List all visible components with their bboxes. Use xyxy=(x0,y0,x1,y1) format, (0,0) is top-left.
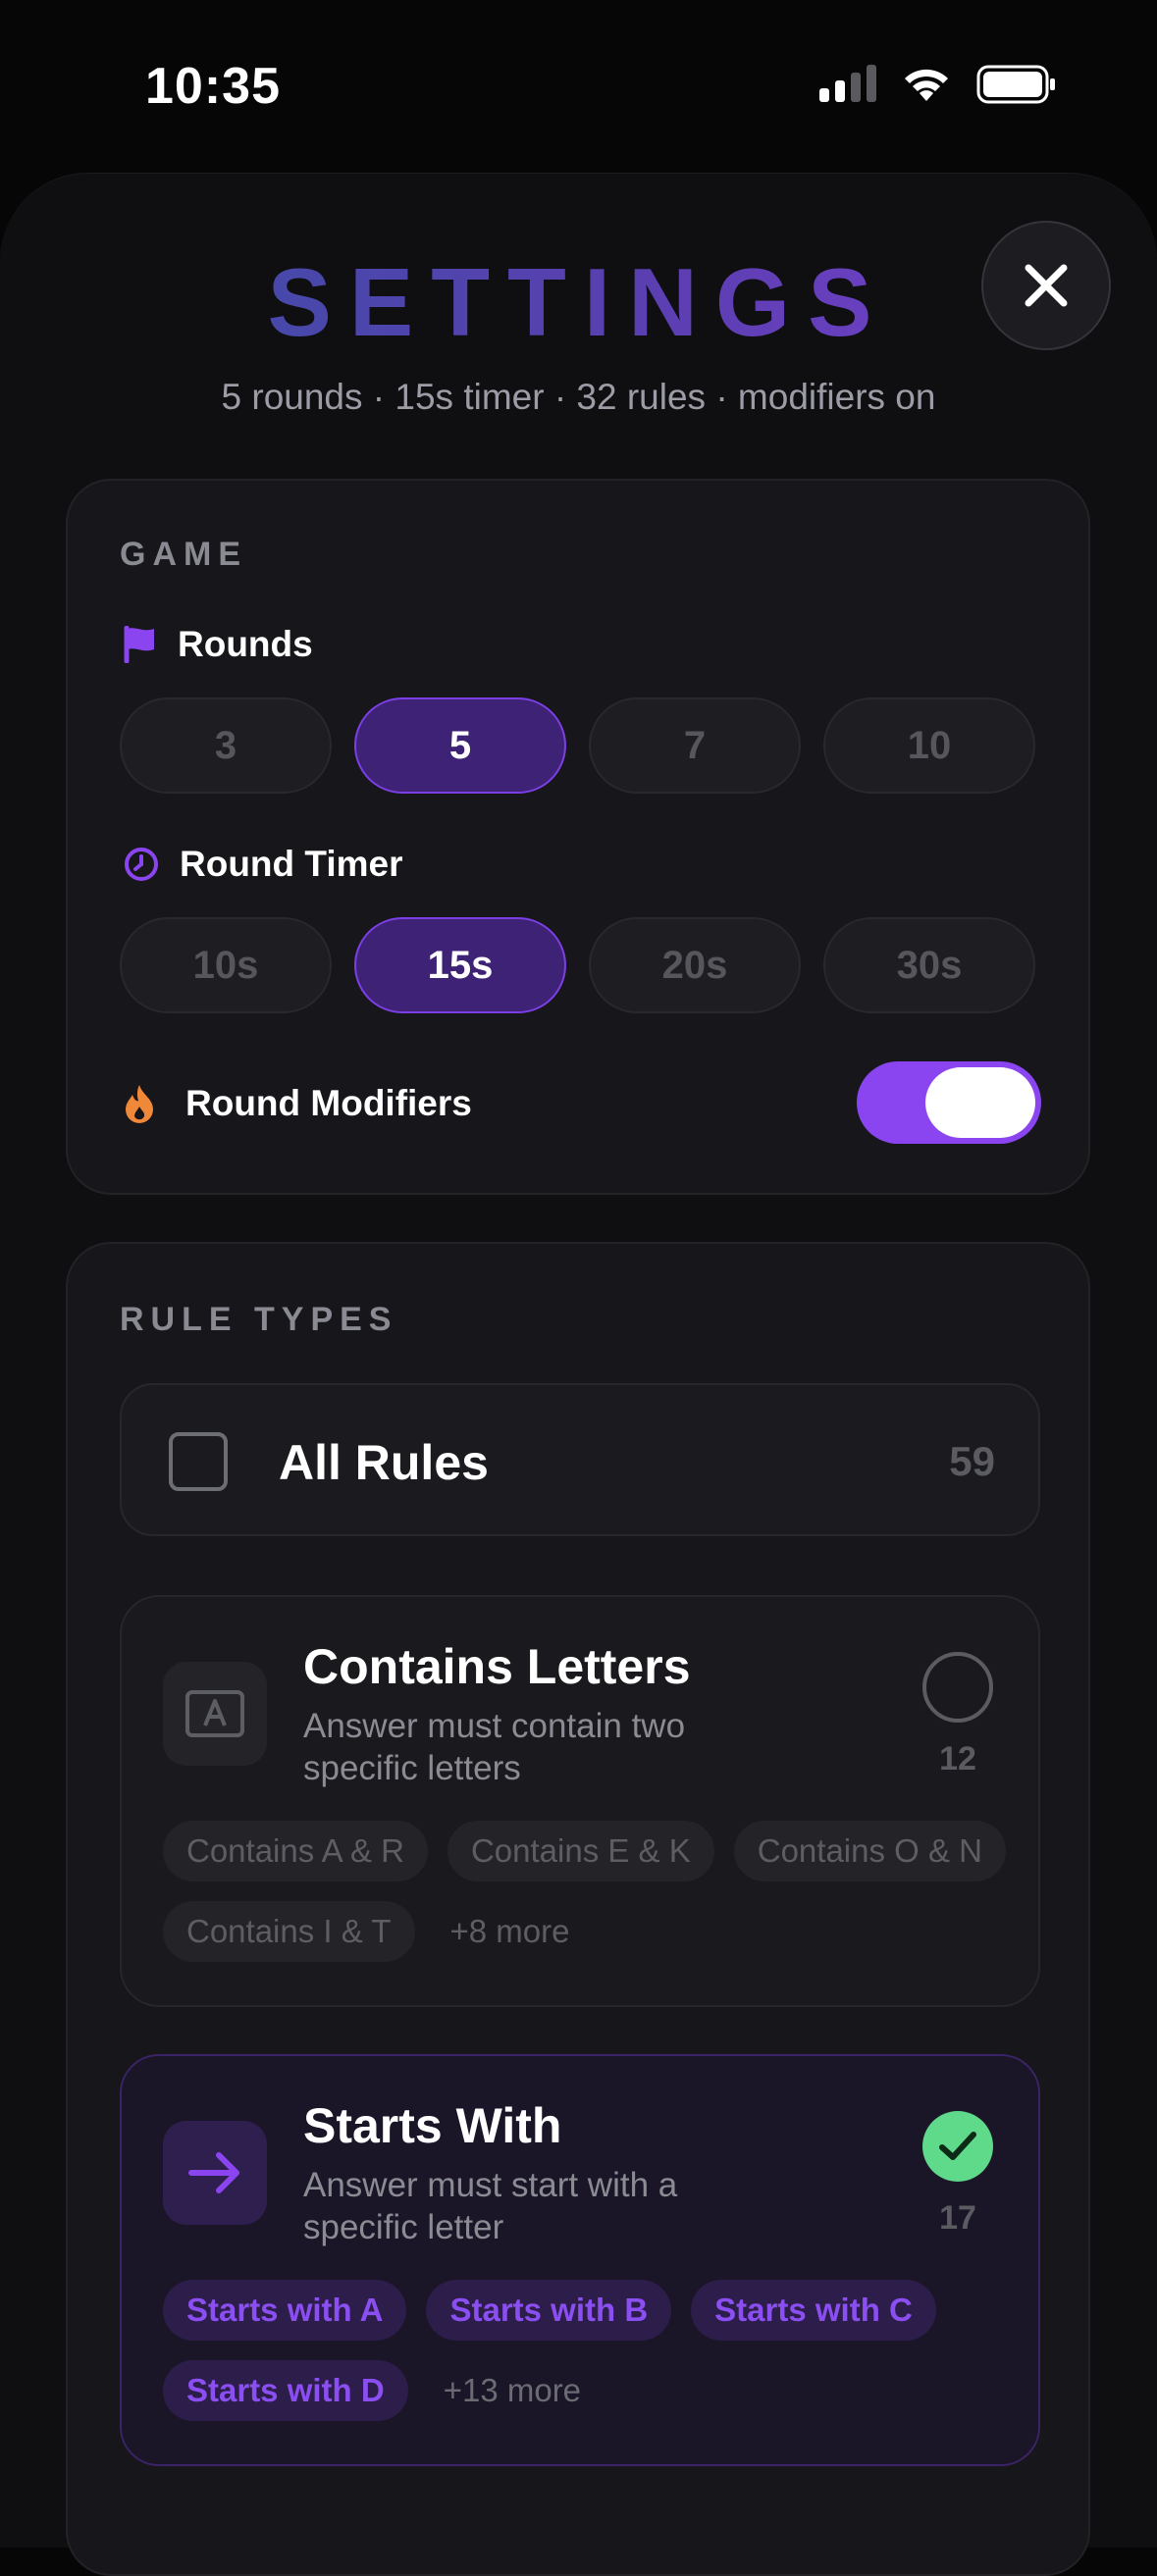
timer-icon xyxy=(125,848,158,881)
status-icons xyxy=(819,65,1057,104)
rule-description: Answer must contain two specific letters xyxy=(303,1707,686,1787)
fire-icon xyxy=(126,1085,153,1123)
rule-count: 12 xyxy=(939,1740,976,1777)
status-time: 10:35 xyxy=(145,58,281,115)
rule-chips: Starts with A Starts with B Starts with … xyxy=(163,2280,1007,2421)
rule-card-starts-with[interactable]: Starts With Answer must start with a spe… xyxy=(120,2054,1040,2466)
rule-chip: Starts with C xyxy=(691,2280,936,2341)
checkmark-icon xyxy=(939,2132,976,2160)
rule-chip: Starts with D xyxy=(163,2360,408,2421)
all-rules-row[interactable]: All Rules 59 xyxy=(120,1383,1040,1536)
settings-summary: 5 rounds · 15s timer · 32 rules · modifi… xyxy=(221,377,936,417)
rounds-selector: 3 5 7 10 xyxy=(120,697,1035,794)
arrow-right-icon xyxy=(188,2152,239,2193)
section-label-game: GAME xyxy=(120,536,247,573)
rule-select-radio[interactable] xyxy=(922,1652,993,1723)
flag-icon xyxy=(124,626,154,663)
all-rules-label: All Rules xyxy=(279,1435,489,1490)
battery-icon xyxy=(976,65,1055,104)
rule-chip-more[interactable]: +13 more xyxy=(428,2360,597,2421)
letter-a-icon xyxy=(185,1690,244,1737)
modifiers-label: Round Modifiers xyxy=(185,1083,472,1123)
rule-chip: Contains O & N xyxy=(733,1821,1007,1881)
rule-chip: Contains E & K xyxy=(447,1821,714,1881)
rounds-option-10[interactable]: 10 xyxy=(823,697,1035,794)
rounds-label: Rounds xyxy=(178,624,313,664)
rounds-option-3[interactable]: 3 xyxy=(120,697,332,794)
timer-label: Round Timer xyxy=(180,844,403,884)
timer-selector: 10s 15s 20s 30s xyxy=(120,917,1035,1013)
cellular-signal-icon xyxy=(819,65,876,102)
rule-icon-box xyxy=(163,1662,267,1766)
rule-chip: Starts with A xyxy=(163,2280,407,2341)
timer-option-20s[interactable]: 20s xyxy=(589,917,801,1013)
rule-title: Starts With xyxy=(303,2098,562,2153)
close-button[interactable] xyxy=(981,221,1111,350)
modifiers-toggle[interactable] xyxy=(857,1061,1041,1144)
toggle-knob xyxy=(925,1067,1035,1138)
rule-chip: Starts with B xyxy=(426,2280,672,2341)
rule-chips: Contains A & R Contains E & K Contains O… xyxy=(163,1821,1007,1962)
rule-chip-more[interactable]: +8 more xyxy=(435,1901,586,1962)
timer-option-10s[interactable]: 10s xyxy=(120,917,332,1013)
rule-icon-box xyxy=(163,2121,267,2225)
game-card: GAME Rounds 3 5 7 10 Round Timer 10s 15s… xyxy=(66,479,1090,1195)
timer-option-15s[interactable]: 15s xyxy=(354,917,566,1013)
rule-card-contains-letters[interactable]: Contains Letters Answer must contain two… xyxy=(120,1595,1040,2007)
rule-selected-check[interactable] xyxy=(922,2111,993,2182)
rounds-option-5[interactable]: 5 xyxy=(354,697,566,794)
rounds-label-row: Rounds xyxy=(123,624,313,665)
rule-chip: Contains A & R xyxy=(163,1821,428,1881)
wifi-icon xyxy=(905,69,948,101)
close-icon xyxy=(1025,264,1068,307)
all-rules-checkbox[interactable] xyxy=(169,1432,228,1491)
all-rules-count: 59 xyxy=(949,1438,995,1484)
rule-types-card: RULE TYPES All Rules 59 Contains Letters… xyxy=(66,1242,1090,2576)
rule-count: 17 xyxy=(939,2199,976,2237)
rule-chip: Contains I & T xyxy=(163,1901,415,1962)
timer-label-row: Round Timer xyxy=(123,844,403,885)
modifiers-label-row: Round Modifiers xyxy=(123,1083,472,1124)
rounds-option-7[interactable]: 7 xyxy=(589,697,801,794)
rule-title: Contains Letters xyxy=(303,1639,691,1694)
section-label-rule-types: RULE TYPES xyxy=(120,1301,398,1338)
timer-option-30s[interactable]: 30s xyxy=(823,917,1035,1013)
rule-description: Answer must start with a specific letter xyxy=(303,2166,678,2246)
